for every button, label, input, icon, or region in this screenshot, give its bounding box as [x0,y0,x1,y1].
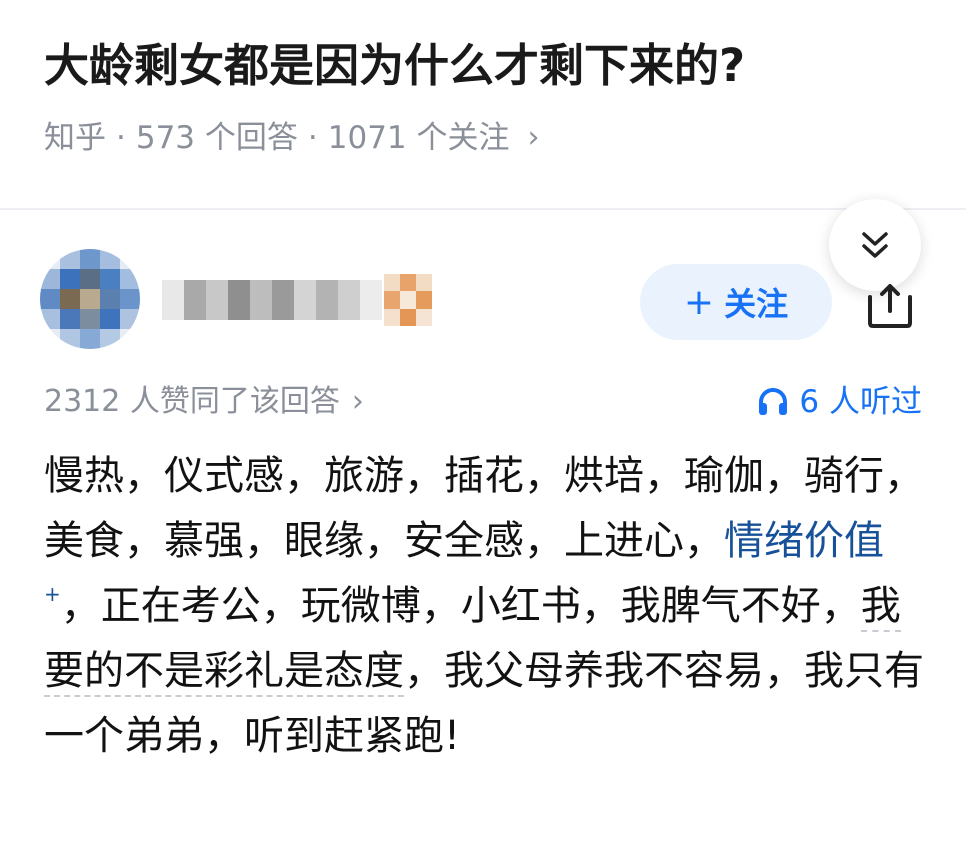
author-badge [384,274,432,326]
sparkle-icon: + [44,582,61,606]
question-meta[interactable]: 知乎 · 573 个回答 · 1071 个关注 › [44,116,540,160]
follow-label: 关注 [724,285,789,323]
meta-separator: · [307,120,318,156]
avatar[interactable] [40,249,140,349]
listen-count[interactable]: 6 人听过 [757,380,922,424]
keyword-text: 情绪价值 [724,518,884,564]
chevron-right-icon: › [527,120,540,155]
share-icon[interactable] [862,283,918,329]
double-chevron-down-icon [862,232,888,258]
vote-count: 2312 人赞同了该回答 [44,384,340,419]
listen-count-label: 6 人听过 [799,384,922,420]
question-title[interactable]: 大龄剩女都是因为什么才剩下来的? [44,34,745,98]
follow-button[interactable]: + 关注 [640,264,832,340]
answer-text: ，正在考公，玩微博，小红书，我脾气不好， [60,583,861,629]
meta-separator: · [116,120,126,156]
section-divider [0,208,966,210]
source-label: 知乎 [44,120,106,156]
answer-count: 573 个回答 [135,120,298,156]
chevron-right-icon: › [351,384,364,419]
vote-info[interactable]: 2312 人赞同了该回答 › [44,380,364,424]
collapse-button[interactable] [829,199,921,291]
answer-content: 慢热，仪式感，旅游，插花，烘培，瑜伽，骑行，美食，慕强，眼缘，安全感，上进心，情… [44,444,924,769]
author-name-blurred[interactable] [162,280,382,320]
follower-count: 1071 个关注 [327,120,510,156]
plus-icon: + [683,281,715,323]
headphones-icon [759,388,788,415]
